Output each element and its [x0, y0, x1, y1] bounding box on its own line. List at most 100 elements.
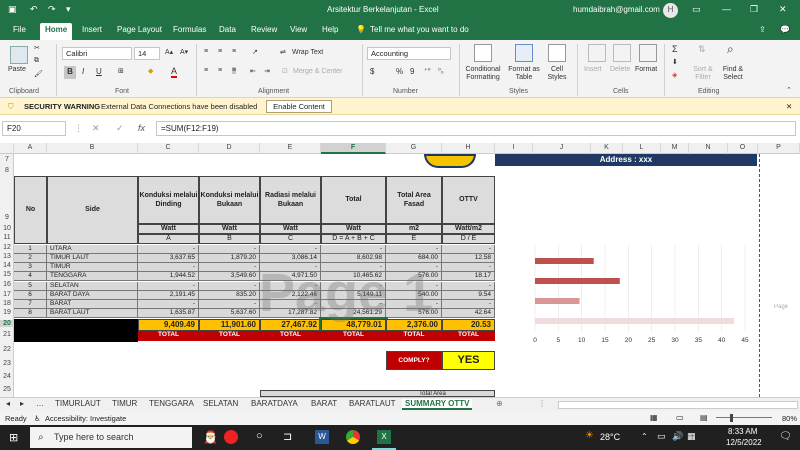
fill-color-icon[interactable]: ◆: [148, 67, 153, 75]
chart-bar[interactable]: [535, 318, 734, 324]
table-cell-no[interactable]: 5: [14, 282, 47, 291]
column-header[interactable]: B: [47, 143, 138, 154]
column-header[interactable]: J: [533, 143, 591, 154]
more-sheets-icon[interactable]: …: [36, 399, 44, 408]
underline-button[interactable]: U: [96, 67, 102, 76]
volume-icon[interactable]: 🔊: [672, 431, 683, 442]
tab-help[interactable]: Help: [322, 25, 338, 34]
comply-value[interactable]: YES: [442, 351, 495, 370]
table-cell-d[interactable]: -: [199, 245, 260, 254]
zoom-slider-thumb[interactable]: [730, 414, 733, 422]
row-header[interactable]: 11: [0, 234, 14, 241]
font-size-select[interactable]: 14: [134, 47, 160, 60]
undo-icon[interactable]: ↶: [30, 4, 38, 15]
column-header[interactable]: H: [442, 143, 495, 154]
tab-formulas[interactable]: Formulas: [173, 25, 206, 34]
sheet-tab-active[interactable]: SUMMARY OTTV: [402, 399, 473, 410]
increase-decimal-icon[interactable]: ⁺⁰: [424, 67, 431, 75]
sheet-tab[interactable]: BARATLAUT: [349, 399, 396, 408]
table-cell-c[interactable]: -: [138, 300, 199, 309]
row-header[interactable]: 22: [0, 346, 14, 353]
copy-icon[interactable]: ⧉: [34, 57, 39, 65]
delete-cells-icon[interactable]: [613, 44, 631, 62]
row-header-active[interactable]: 20: [0, 320, 14, 327]
row-header[interactable]: 21: [0, 331, 14, 338]
column-header[interactable]: A: [14, 143, 47, 154]
table-cell-no[interactable]: 2: [14, 254, 47, 263]
sheet-tab[interactable]: TIMURLAUT: [55, 399, 101, 408]
user-email[interactable]: humdaibrah@gmail.com: [573, 5, 660, 14]
minimize-icon[interactable]: —: [722, 4, 731, 14]
clear-icon[interactable]: ◈: [672, 71, 677, 79]
close-icon[interactable]: ✕: [779, 4, 787, 15]
find-select-button[interactable]: Find & Select: [718, 66, 748, 83]
table-cell-d[interactable]: -: [199, 282, 260, 291]
row-header[interactable]: 19: [0, 309, 14, 316]
conditional-formatting-icon[interactable]: [474, 44, 492, 62]
add-sheet-icon[interactable]: ⊕: [496, 399, 503, 408]
bold-button[interactable]: B: [64, 66, 76, 79]
font-color-icon[interactable]: A: [171, 66, 178, 78]
word-icon[interactable]: W: [315, 430, 329, 444]
column-header[interactable]: C: [138, 143, 199, 154]
normal-view-icon[interactable]: ▦: [650, 413, 658, 422]
column-header[interactable]: G: [386, 143, 442, 154]
page-break-view-icon[interactable]: ▤: [700, 413, 708, 422]
row-header[interactable]: 23: [0, 360, 14, 367]
insert-function-button[interactable]: fx: [138, 123, 145, 133]
table-cell-h[interactable]: -: [442, 282, 495, 291]
name-box[interactable]: F20: [2, 121, 66, 136]
task-view-icon[interactable]: ○: [256, 430, 263, 442]
table-cell-side[interactable]: BARAT DAYA: [47, 291, 138, 300]
tab-page-layout[interactable]: Page Layout: [117, 25, 162, 34]
percent-button[interactable]: %: [396, 67, 403, 76]
increase-indent-icon[interactable]: ⇥: [264, 67, 270, 75]
redo-icon[interactable]: ↷: [48, 4, 56, 15]
sheet-tab[interactable]: BARATDAYA: [251, 399, 298, 408]
merge-center-button[interactable]: Merge & Center: [293, 68, 342, 75]
fill-icon[interactable]: ⬇: [672, 58, 678, 66]
column-header[interactable]: I: [495, 143, 533, 154]
next-sheet-icon[interactable]: ▸: [20, 399, 24, 408]
row-header[interactable]: 18: [0, 300, 14, 307]
table-cell-c[interactable]: 3,637.65: [138, 254, 199, 263]
table-cell-h[interactable]: 42.64: [442, 309, 495, 318]
horizontal-scrollbar[interactable]: [558, 401, 798, 409]
row-header[interactable]: 17: [0, 291, 14, 298]
app-icon[interactable]: [224, 430, 238, 444]
table-cell-h[interactable]: 12.58: [442, 254, 495, 263]
tab-review[interactable]: Review: [251, 25, 277, 34]
bottom-align-icon[interactable]: ≡: [232, 48, 236, 55]
align-left-icon[interactable]: ≡: [204, 67, 208, 74]
row-header[interactable]: 9: [0, 214, 14, 221]
sheet-tab[interactable]: TENGGARA: [149, 399, 194, 408]
table-cell-side[interactable]: TENGGARA: [47, 272, 138, 281]
table-cell-c[interactable]: -: [138, 245, 199, 254]
formula-input[interactable]: =SUM(F12:F19): [156, 121, 796, 136]
font-name-select[interactable]: Calibri: [62, 47, 132, 60]
column-header[interactable]: P: [758, 143, 800, 154]
column-header[interactable]: N: [689, 143, 728, 154]
merge-icon[interactable]: ⊡: [282, 67, 288, 75]
collapse-ribbon-icon[interactable]: ⌃: [786, 86, 792, 94]
row-header[interactable]: 16: [0, 281, 14, 288]
worksheet-grid[interactable]: Address : xxx No Side Konduksi melalui D…: [14, 154, 790, 397]
total-value[interactable]: 11,901.60: [199, 319, 260, 331]
find-select-icon[interactable]: ⌕: [727, 42, 734, 57]
network-icon[interactable]: ▭: [657, 431, 666, 442]
conditional-formatting-button[interactable]: Conditional Formatting: [463, 66, 503, 83]
clock-time[interactable]: 8:33 AM: [728, 427, 757, 436]
tell-me-input[interactable]: Tell me what you want to do: [370, 25, 469, 34]
insert-cells-icon[interactable]: [588, 44, 606, 62]
table-cell-c[interactable]: 1,635.87: [138, 309, 199, 318]
table-cell-d[interactable]: -: [199, 263, 260, 272]
column-header[interactable]: D: [199, 143, 260, 154]
currency-button[interactable]: $: [370, 67, 374, 76]
table-cell-no[interactable]: 4: [14, 272, 47, 281]
top-align-icon[interactable]: ≡: [204, 48, 208, 55]
align-right-icon[interactable]: ≡: [232, 67, 237, 74]
sheet-tab[interactable]: TIMUR: [112, 399, 137, 408]
table-cell-d[interactable]: 3,549.60: [199, 272, 260, 281]
enter-icon[interactable]: ✓: [116, 123, 124, 134]
table-cell-d[interactable]: 1,879.20: [199, 254, 260, 263]
